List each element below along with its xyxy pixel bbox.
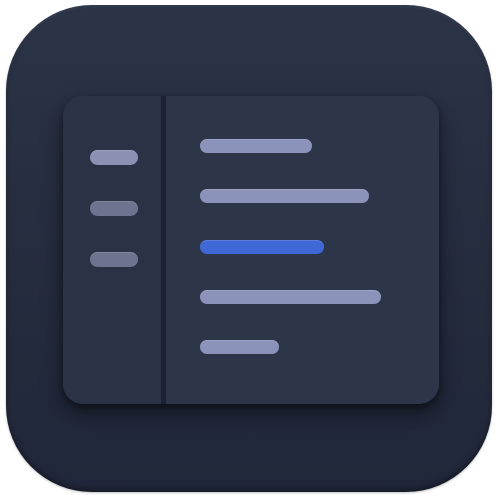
list-line-selected bbox=[200, 240, 324, 254]
list-line-4 bbox=[200, 290, 381, 304]
sidebar bbox=[63, 96, 161, 404]
list-line-5 bbox=[200, 340, 279, 354]
sidebar-item-2 bbox=[90, 201, 138, 216]
sidebar-item-3 bbox=[90, 252, 138, 267]
list-line-1 bbox=[200, 139, 312, 153]
app-icon bbox=[0, 0, 500, 500]
list-line-2 bbox=[200, 189, 369, 203]
sidebar-item-1 bbox=[90, 150, 138, 165]
window-card bbox=[63, 96, 439, 404]
content-pane bbox=[166, 96, 439, 404]
